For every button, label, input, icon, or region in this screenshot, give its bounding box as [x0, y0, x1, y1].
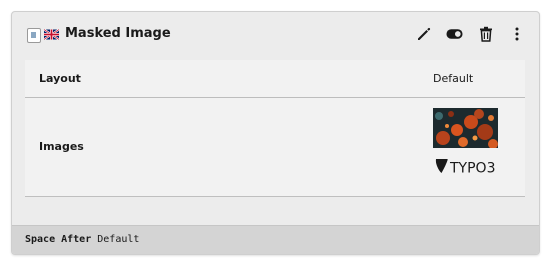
uk-flag-icon — [44, 29, 59, 40]
card-header: Masked Image — [12, 12, 539, 56]
trash-icon — [479, 26, 492, 42]
pencil-icon — [417, 27, 430, 40]
content-element-card: Masked Image Layout Default Images TYPO3… — [11, 11, 540, 255]
element-title: Masked Image — [65, 26, 171, 41]
edit-button[interactable] — [415, 26, 432, 43]
images-label: Images — [39, 140, 84, 153]
layout-label: Layout — [39, 72, 81, 85]
layout-row: Layout Default — [25, 60, 525, 98]
element-preview: Layout Default Images TYPO3 — [25, 60, 525, 197]
svg-text:TYPO3: TYPO3 — [449, 161, 495, 177]
images-row: Images TYPO3 — [25, 98, 525, 196]
space-after-value: Default — [97, 234, 140, 245]
content-element-icon[interactable] — [27, 28, 41, 43]
footer-info: Space After Default — [25, 234, 139, 245]
more-options-button[interactable] — [508, 26, 525, 43]
header-actions — [415, 25, 525, 43]
toggle-visibility-button[interactable] — [446, 26, 463, 43]
layout-value: Default — [433, 72, 474, 85]
more-vertical-icon — [515, 27, 518, 41]
space-after-label: Space After — [25, 234, 92, 245]
typo3-logo[interactable]: TYPO3 — [435, 157, 499, 177]
delete-button[interactable] — [477, 26, 494, 43]
toggle-icon — [446, 29, 463, 39]
card-footer: Space After Default — [12, 225, 539, 254]
image-thumbnail[interactable] — [433, 108, 498, 148]
